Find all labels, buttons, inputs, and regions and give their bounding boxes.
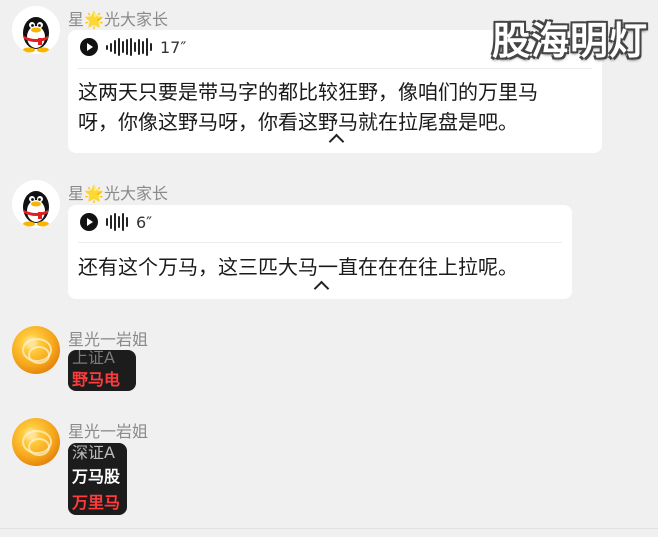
sender-name-prefix: 星	[68, 10, 85, 29]
star-icon: 🌟	[84, 10, 104, 29]
voice-wave-icon	[106, 212, 128, 232]
voice-duration: 6″	[136, 212, 153, 232]
voice-transcript: 还有这个万马，这三匹大马一直在在在往上拉呢。	[78, 252, 562, 282]
qq-penguin-icon	[23, 191, 49, 227]
chevron-up-icon[interactable]	[313, 280, 330, 297]
voice-message-bubble[interactable]: 6″ 还有这个万马，这三匹大马一直在在在往上拉呢。	[68, 205, 572, 299]
avatar[interactable]	[12, 418, 60, 466]
avatar[interactable]	[12, 6, 60, 54]
avatar[interactable]	[12, 180, 60, 228]
voice-player[interactable]: 17″	[80, 37, 186, 57]
divider	[78, 242, 562, 243]
sender-name-suffix: 光大家长	[103, 10, 168, 29]
sender-name-prefix: 星	[68, 184, 85, 203]
image-text: 深证A	[72, 443, 115, 462]
voice-duration: 17″	[160, 37, 187, 57]
sender-name-suffix: 光大家长	[103, 184, 168, 203]
image-thumbnail[interactable]: 上证A 野马电	[68, 350, 136, 391]
qq-penguin-icon	[23, 17, 49, 53]
sender-name: 星🌟光大家长	[68, 180, 168, 204]
divider	[78, 68, 592, 69]
image-text: 野马电	[72, 370, 121, 389]
sender-name: 星光一岩姐	[68, 330, 149, 349]
divider	[0, 528, 658, 529]
transcript-line: 这两天只要是带马字的都比较狂野，像咱们的万里马	[78, 80, 538, 104]
transcript-line: 呀，你像这野马呀，你看这野马就在拉尾盘是吧。	[78, 110, 518, 134]
image-thumbnail[interactable]: 深证A 万马股 万里马	[68, 443, 127, 515]
sender-name: 星光一岩姐	[68, 422, 149, 441]
voice-transcript: 这两天只要是带马字的都比较狂野，像咱们的万里马 呀，你像这野马呀，你看这野马就在…	[78, 77, 592, 137]
watermark: 股海明灯	[491, 19, 648, 63]
image-text: 万马股	[72, 467, 121, 486]
avatar[interactable]	[12, 326, 60, 374]
star-icon: 🌟	[84, 184, 104, 203]
play-icon[interactable]	[80, 213, 98, 231]
image-text: 万里马	[72, 493, 121, 512]
sender-name: 星🌟光大家长	[68, 6, 168, 30]
voice-wave-icon	[106, 37, 152, 57]
transcript-line: 还有这个万马，这三匹大马一直在在在往上拉呢。	[78, 255, 518, 279]
play-icon[interactable]	[80, 38, 98, 56]
voice-player[interactable]: 6″	[80, 212, 152, 232]
